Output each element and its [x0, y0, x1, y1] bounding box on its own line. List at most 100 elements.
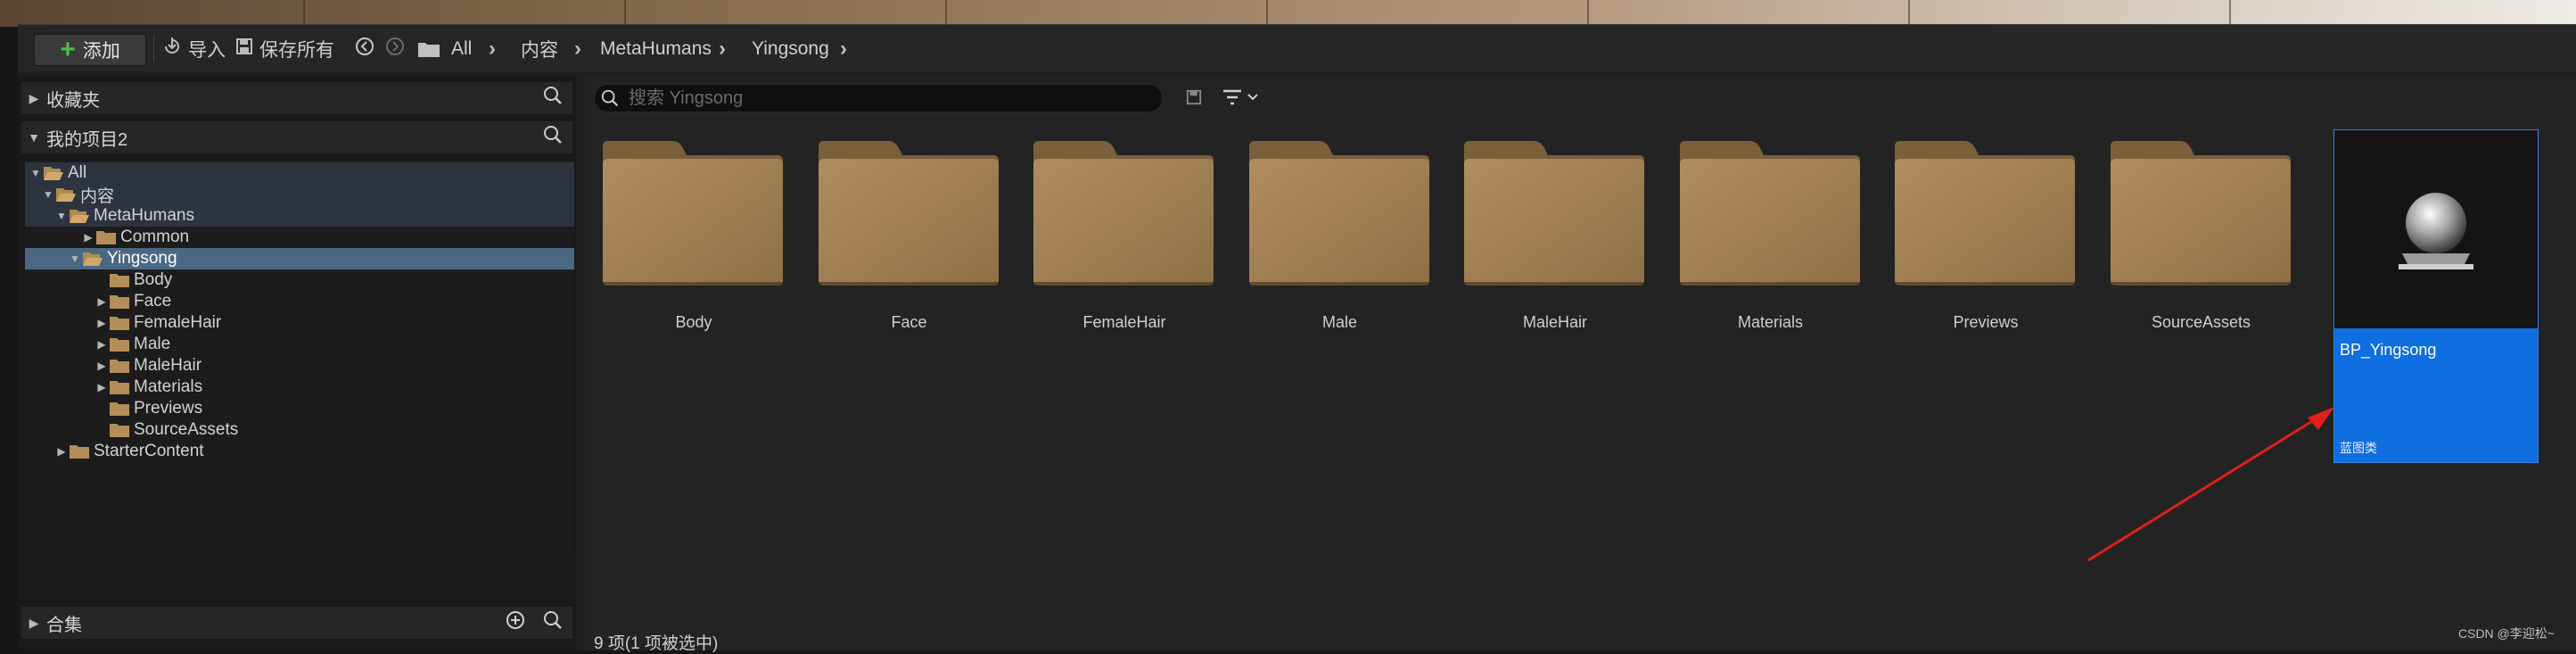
expanded-arrow-icon[interactable]: ▼	[68, 252, 82, 265]
background-scene	[0, 0, 2576, 27]
toolbar-divider	[153, 36, 154, 62]
collapsed-arrow-icon[interactable]: ▶	[21, 616, 46, 631]
breadcrumb-yingsong[interactable]: Yingsong	[752, 34, 829, 64]
breadcrumb-separator-icon[interactable]: ›	[840, 34, 847, 64]
collapsed-arrow-icon[interactable]: ▶	[21, 91, 46, 106]
tree-item-face[interactable]: ▶ Face	[25, 291, 574, 312]
save-icon	[235, 37, 253, 61]
tree-label: Common	[120, 228, 190, 246]
import-icon	[162, 37, 182, 62]
add-button[interactable]: + 添加	[34, 34, 146, 66]
tree-item-previews[interactable]: Previews	[25, 398, 574, 419]
save-search-icon[interactable]	[1186, 89, 1202, 110]
folder-icon	[110, 402, 129, 416]
tree-item-male[interactable]: ▶ Male	[25, 334, 574, 355]
tree-label: MetaHumans	[94, 206, 194, 225]
folder-icon	[818, 141, 999, 286]
collapsed-arrow-icon[interactable]: ▶	[95, 381, 109, 393]
import-button[interactable]: 导入	[162, 34, 226, 64]
add-collection-icon[interactable]	[505, 609, 526, 636]
plus-icon: +	[60, 35, 76, 64]
asset-tile-bp-yingsong[interactable]: BP_Yingsong 蓝图类	[2333, 129, 2539, 463]
folder-icon	[96, 231, 116, 244]
search-icon[interactable]	[542, 85, 564, 112]
import-label: 导入	[188, 40, 226, 61]
folder-label: Male	[1321, 313, 1357, 331]
collapsed-arrow-icon[interactable]: ▶	[95, 338, 109, 351]
tree-item-materials[interactable]: ▶ Materials	[25, 377, 574, 398]
forward-arrow-icon	[385, 37, 405, 62]
favorites-label: 收藏夹	[46, 90, 100, 111]
folder-icon	[1679, 141, 1860, 286]
annotation-arrow	[2087, 407, 2334, 562]
search-icon	[600, 88, 620, 108]
tree-item-startercontent[interactable]: ▶ StarterContent	[25, 441, 574, 462]
search-bar[interactable]	[594, 84, 1163, 112]
breadcrumb-content[interactable]: 内容	[521, 34, 558, 64]
collapsed-arrow-icon[interactable]: ▶	[54, 445, 69, 458]
folder-tree: ▼ All ▼ 内容 ▼ MetaHumans ▶ Common ▼ Yings…	[25, 161, 574, 553]
tree-item-sourceassets[interactable]: SourceAssets	[25, 419, 574, 441]
tree-label: Body	[134, 270, 173, 289]
search-icon[interactable]	[542, 609, 564, 636]
breadcrumb-separator-icon[interactable]: ›	[489, 34, 496, 64]
folder-label: FemaleHair	[1082, 313, 1166, 331]
folder-icon	[70, 445, 89, 459]
back-arrow-icon	[355, 37, 374, 62]
forward-button[interactable]	[385, 34, 405, 64]
tree-label: All	[68, 163, 87, 182]
tree-item-content[interactable]: ▼ 内容	[25, 184, 574, 206]
save-all-button[interactable]: 保存所有	[235, 34, 334, 64]
sources-panel: ▶ 收藏夹 ▼ 我的项目2 ▼ All ▼ 内容 ▼ MetaHumans ▶ …	[18, 75, 576, 650]
folder-label: Body	[675, 313, 712, 331]
back-button[interactable]	[355, 34, 374, 64]
collapsed-arrow-icon[interactable]: ▶	[95, 360, 109, 372]
tree-item-all[interactable]: ▼ All	[25, 162, 574, 184]
folder-icon	[110, 295, 129, 309]
folder-path-icon	[417, 34, 440, 64]
collections-header[interactable]: ▶ 合集	[21, 607, 572, 639]
breadcrumb-all[interactable]: All	[451, 34, 472, 64]
tree-label: Materials	[134, 377, 203, 396]
project-header[interactable]: ▼ 我的项目2	[21, 121, 572, 153]
collapsed-arrow-icon[interactable]: ▶	[95, 317, 109, 329]
search-input[interactable]	[627, 87, 1130, 110]
breadcrumb-separator-icon[interactable]: ›	[719, 34, 726, 64]
asset-name: BP_Yingsong	[2340, 341, 2437, 359]
tree-label: Face	[134, 292, 172, 310]
folder-open-icon	[70, 210, 89, 223]
collapsed-arrow-icon[interactable]: ▶	[95, 295, 109, 308]
folder-icon	[1033, 141, 1214, 286]
tree-item-yingsong[interactable]: ▼ Yingsong	[25, 248, 574, 269]
blueprint-sphere-icon	[2399, 193, 2473, 269]
tree-item-malehair[interactable]: ▶ MaleHair	[25, 355, 574, 377]
folder-icon	[2110, 141, 2291, 286]
search-icon[interactable]	[542, 124, 564, 151]
toolbar: + 添加 导入 保存所有 All › 内容 › MetaHumans › Yin…	[18, 25, 2576, 71]
tree-label: Yingsong	[107, 249, 177, 268]
expanded-arrow-icon[interactable]: ▼	[54, 210, 69, 222]
filter-button[interactable]	[1222, 87, 1259, 107]
tree-item-metahumans[interactable]: ▼ MetaHumans	[25, 205, 574, 227]
expanded-arrow-icon[interactable]: ▼	[29, 167, 43, 179]
status-bar-text: 9 项(1 项被选中)	[594, 634, 719, 653]
folder-open-icon	[56, 188, 76, 202]
breadcrumb-separator-icon[interactable]: ›	[574, 34, 581, 64]
expanded-arrow-icon[interactable]: ▼	[21, 130, 46, 145]
save-all-label: 保存所有	[259, 40, 334, 61]
folder-icon	[110, 317, 129, 330]
tree-item-common[interactable]: ▶ Common	[25, 227, 574, 248]
breadcrumb-metahumans[interactable]: MetaHumans	[600, 34, 712, 64]
folder-icon	[110, 424, 129, 437]
tree-item-femalehair[interactable]: ▶ FemaleHair	[25, 312, 574, 334]
collapsed-arrow-icon[interactable]: ▶	[81, 231, 95, 244]
tree-item-body[interactable]: Body	[25, 269, 574, 291]
folder-icon	[110, 360, 129, 373]
filter-icon	[1223, 89, 1241, 105]
favorites-header[interactable]: ▶ 收藏夹	[21, 82, 572, 114]
expanded-arrow-icon[interactable]: ▼	[41, 188, 55, 201]
watermark: CSDN @李迎松~	[2458, 626, 2555, 641]
tree-label: Previews	[134, 399, 203, 418]
folder-icon	[110, 274, 129, 287]
folder-label: MaleHair	[1522, 313, 1588, 331]
